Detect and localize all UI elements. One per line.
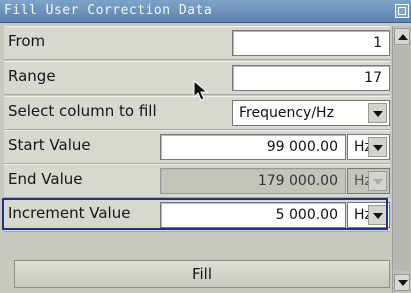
scrollbar-track[interactable] bbox=[394, 46, 410, 271]
title-bar: Fill User Correction Data bbox=[0, 0, 411, 23]
start-value-row: Start Value 99 000.00 Hz bbox=[4, 130, 390, 164]
end-unit-select: Hz bbox=[347, 168, 390, 194]
maximize-icon[interactable] bbox=[395, 4, 409, 18]
from-input[interactable]: 1 bbox=[232, 30, 390, 56]
range-input[interactable]: 17 bbox=[232, 65, 390, 91]
end-value-field: 179 000.00 bbox=[160, 168, 346, 194]
chevron-down-icon[interactable] bbox=[368, 137, 387, 157]
from-label: From bbox=[8, 32, 46, 50]
from-row: From 1 bbox=[4, 26, 390, 60]
scroll-up-icon[interactable] bbox=[394, 28, 410, 45]
column-select-value: Frequency/Hz bbox=[239, 105, 334, 121]
fill-user-correction-dialog: Fill User Correction Data From 1 Range 1… bbox=[0, 0, 411, 293]
scroll-down-icon[interactable] bbox=[394, 274, 410, 291]
end-value-row: End Value 179 000.00 Hz bbox=[4, 164, 390, 198]
range-label: Range bbox=[8, 67, 56, 85]
column-select[interactable]: Frequency/Hz bbox=[232, 100, 390, 126]
start-unit-select[interactable]: Hz bbox=[347, 134, 390, 160]
chevron-down-icon bbox=[368, 171, 387, 191]
form-panel: From 1 Range 17 Select column to fill Fr… bbox=[2, 26, 392, 293]
vertical-scrollbar[interactable] bbox=[392, 26, 411, 293]
start-value-input[interactable]: 99 000.00 bbox=[160, 134, 346, 160]
window-title: Fill User Correction Data bbox=[4, 3, 213, 18]
mouse-pointer-icon bbox=[193, 80, 209, 101]
focus-highlight bbox=[2, 198, 388, 230]
end-value-label: End Value bbox=[8, 170, 83, 188]
column-label: Select column to fill bbox=[8, 102, 157, 120]
fill-button[interactable]: Fill bbox=[14, 260, 390, 288]
start-value-label: Start Value bbox=[8, 136, 91, 154]
chevron-down-icon[interactable] bbox=[368, 103, 387, 123]
